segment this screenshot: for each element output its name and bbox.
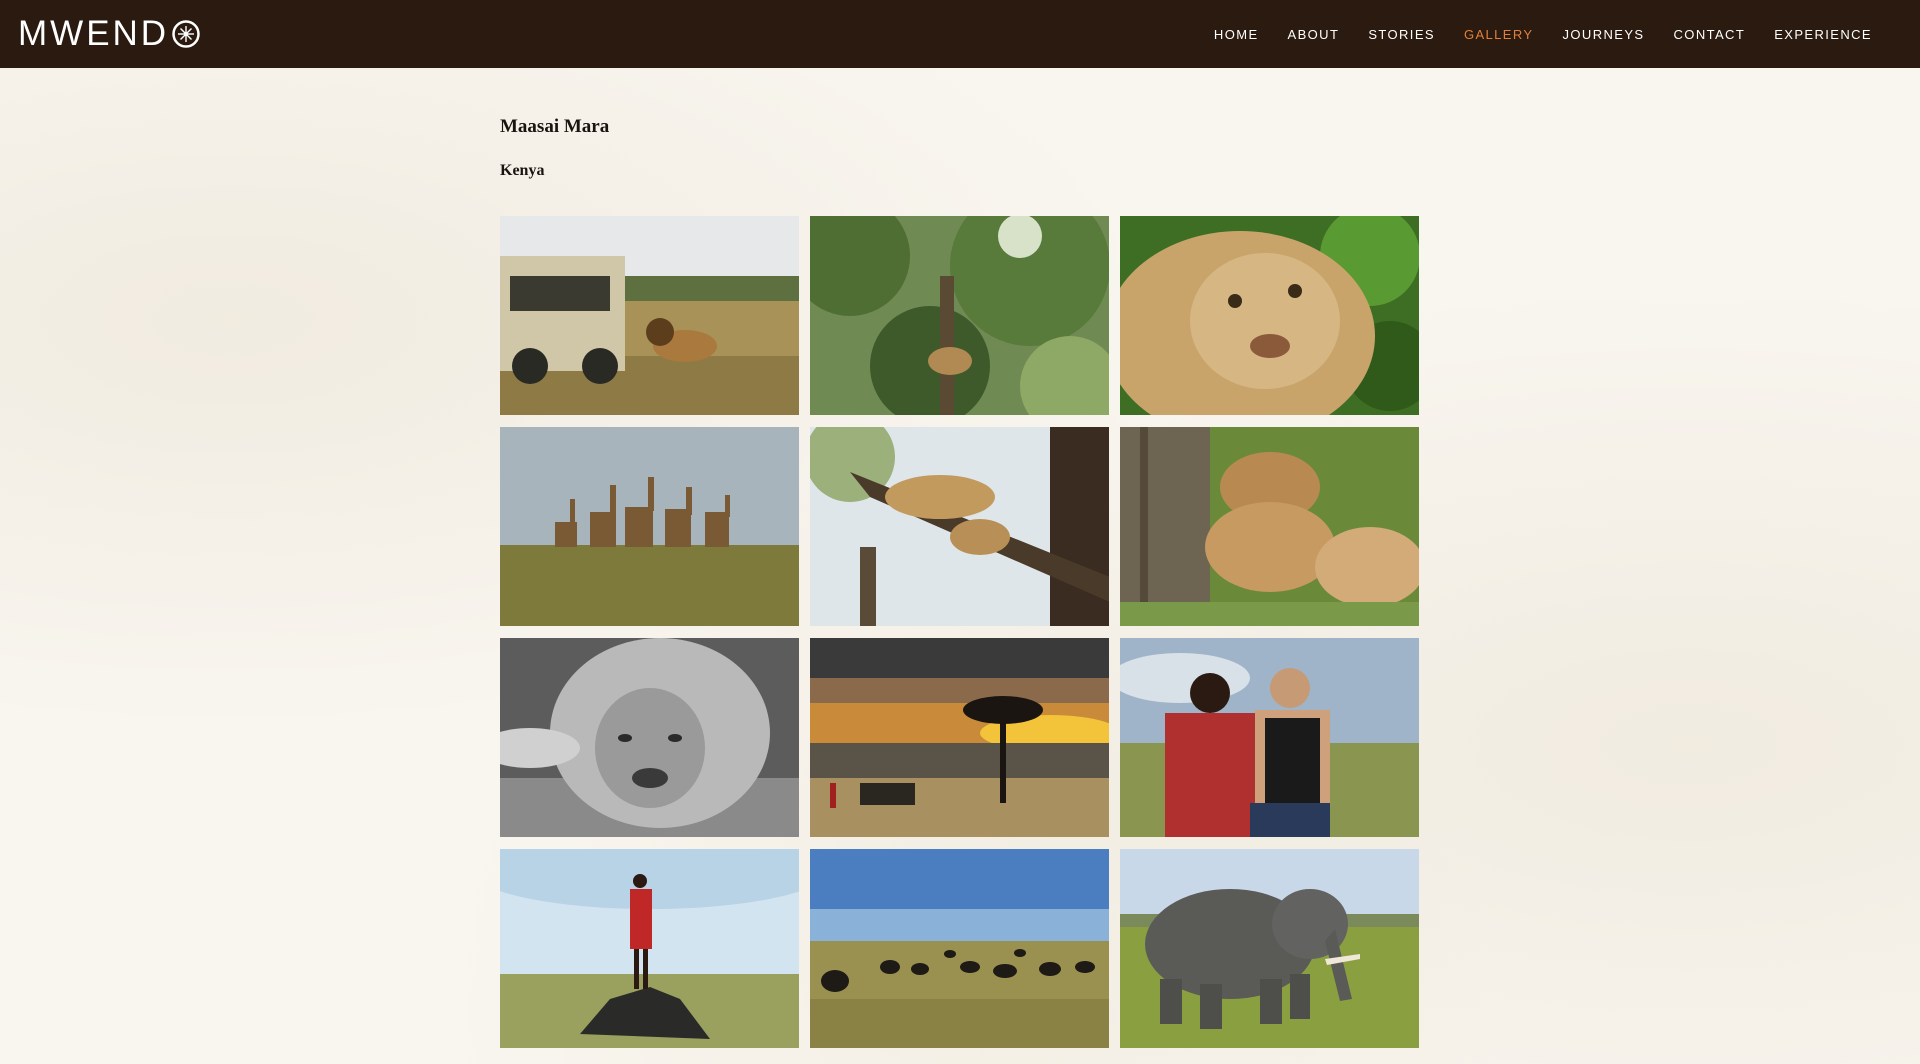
photo-safari-jeep-lion[interactable] [500, 216, 799, 415]
site-header: MWEND HOME ABOUT STORIES GALLERY JOURNEY… [0, 0, 1920, 68]
gallery-subtitle: Kenya [500, 162, 545, 179]
photo-maasai-and-traveler[interactable] [1120, 638, 1419, 837]
lionesses-image [1120, 427, 1419, 626]
photo-acacia-sunset[interactable] [810, 638, 1109, 837]
compass-o-icon [172, 20, 200, 48]
lion-bw-image [500, 638, 799, 837]
safari-jeep-lion-image [500, 216, 799, 415]
gallery-content: Maasai Mara Kenya [500, 68, 1420, 1048]
maasai-warrior-image [500, 849, 799, 1048]
nav-about[interactable]: ABOUT [1288, 27, 1340, 42]
photo-giraffes[interactable] [500, 427, 799, 626]
nav-journeys[interactable]: JOURNEYS [1563, 27, 1645, 42]
tree-canopy-image [810, 216, 1109, 415]
people-portrait-image [1120, 638, 1419, 837]
photo-elephant[interactable] [1120, 849, 1419, 1048]
lioness-tree-image [810, 427, 1109, 626]
main-nav: HOME ABOUT STORIES GALLERY JOURNEYS CONT… [1185, 0, 1872, 68]
photo-lion-closeup[interactable] [1120, 216, 1419, 415]
nav-home[interactable]: HOME [1214, 27, 1259, 42]
photo-maasai-on-termite-mound[interactable] [500, 849, 799, 1048]
photo-lionesses-resting[interactable] [1120, 427, 1419, 626]
logo-text: MWEND [18, 14, 170, 53]
photo-lioness-on-branch[interactable] [810, 427, 1109, 626]
acacia-sunset-image [810, 638, 1109, 837]
photo-leopard-in-tree[interactable] [810, 216, 1109, 415]
buffalo-herd-image [810, 849, 1109, 1048]
photo-buffalo-herd[interactable] [810, 849, 1109, 1048]
lion-face-image [1120, 216, 1419, 415]
elephant-image [1120, 849, 1419, 1048]
photo-lion-black-white[interactable] [500, 638, 799, 837]
photo-grid [500, 216, 1420, 1048]
giraffes-image [500, 427, 799, 626]
nav-contact[interactable]: CONTACT [1674, 27, 1746, 42]
nav-stories[interactable]: STORIES [1368, 27, 1435, 42]
nav-gallery[interactable]: GALLERY [1464, 27, 1534, 42]
nav-experience[interactable]: EXPERIENCE [1774, 27, 1872, 42]
site-logo[interactable]: MWEND [18, 14, 201, 54]
gallery-title: Maasai Mara [500, 116, 610, 137]
